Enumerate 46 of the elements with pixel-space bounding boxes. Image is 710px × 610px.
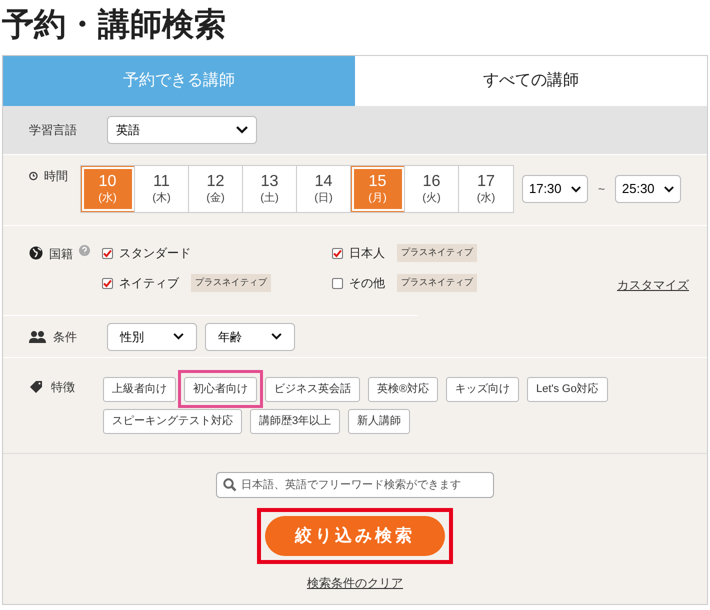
time-select[interactable]: 17:30: [522, 175, 588, 203]
field-label: 時間: [44, 168, 69, 185]
condition-select[interactable]: 年齢: [205, 322, 295, 350]
feature-tag[interactable]: キッズ向け: [446, 376, 520, 402]
plus-native-tag: プラスネイティブ: [397, 244, 477, 262]
feature-tag[interactable]: ビジネス英会話: [265, 376, 360, 402]
tag-icon: [29, 380, 43, 394]
field-label: 条件: [53, 328, 78, 346]
feature-tag[interactable]: Let's Go対応: [527, 376, 608, 402]
language-select[interactable]: 英語: [107, 116, 257, 144]
feature-tag[interactable]: 初心者向け: [184, 376, 257, 402]
checkbox[interactable]: [332, 248, 343, 258]
page-title: 予約・講師検索: [1, 5, 227, 44]
checkbox[interactable]: [102, 278, 113, 288]
chevron-icon: [570, 186, 581, 192]
chevron-icon: [664, 186, 674, 192]
checkbox[interactable]: [332, 278, 343, 288]
range-separator: ~: [598, 181, 605, 198]
time-select[interactable]: 25:30: [615, 175, 681, 203]
feature-tag[interactable]: 講師歴3年以上: [250, 408, 340, 434]
checkbox-label: 日本人: [349, 245, 385, 262]
search-field[interactable]: 日本語、英語でフリーワード検索ができます: [216, 472, 494, 498]
feature-tag[interactable]: 新人講師: [348, 408, 410, 434]
chevron-icon: [236, 126, 248, 134]
plus-native-tag: プラスネイティブ: [397, 274, 477, 292]
chevron-icon: [173, 333, 184, 340]
customize-link[interactable]: カスタマイズ: [617, 276, 689, 294]
field-label: 国籍: [49, 246, 73, 263]
feature-tag[interactable]: スピーキングテスト対応: [103, 408, 242, 434]
search-icon: [223, 478, 237, 492]
clock-icon: [29, 169, 38, 183]
tab[interactable]: すべての講師: [355, 56, 707, 106]
field-label: 特徴: [51, 379, 76, 396]
feature-tag[interactable]: 英検®対応: [368, 376, 438, 402]
condition-select[interactable]: 性別: [107, 322, 197, 350]
clear-conditions-link[interactable]: 検索条件のクリア: [307, 574, 403, 592]
checkbox[interactable]: [102, 248, 113, 258]
checkbox-label: その他: [349, 275, 385, 292]
plus-native-tag: プラスネイティブ: [191, 274, 271, 292]
field-label: 学習言語: [29, 122, 78, 139]
globe-icon: [29, 246, 43, 260]
checkbox-label: ネイティブ: [119, 275, 179, 292]
people-icon: [29, 330, 47, 342]
chevron-icon: [271, 333, 282, 340]
checkbox-label: スタンダード: [119, 245, 191, 262]
feature-tag[interactable]: 上級者向け: [103, 376, 176, 402]
